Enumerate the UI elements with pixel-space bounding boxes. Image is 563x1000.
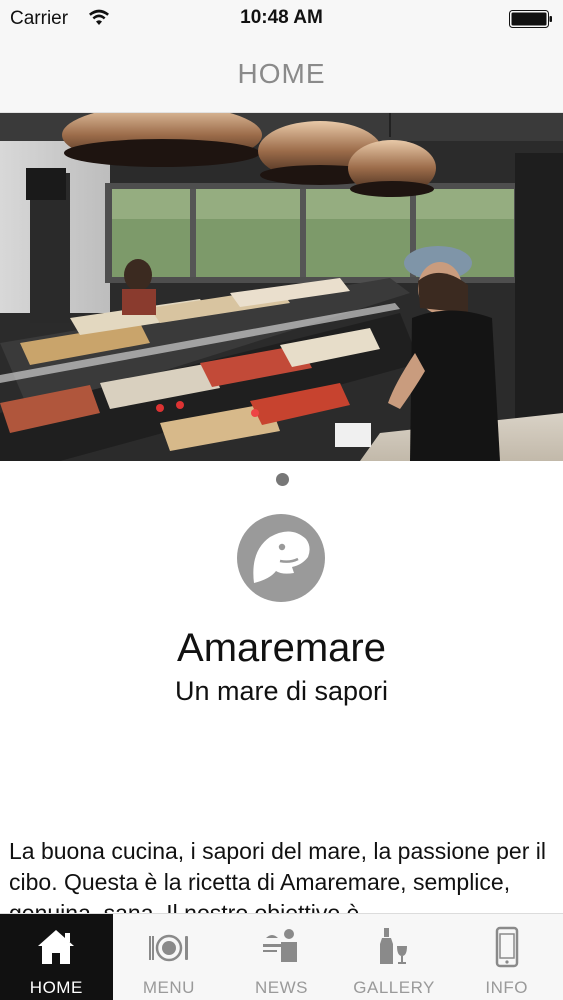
carousel-page-indicator[interactable] xyxy=(276,473,289,486)
tab-news-label: NEWS xyxy=(254,978,308,997)
tab-bar: HOME MENU NEWS GALLERY INFO xyxy=(0,913,563,1000)
restaurant-counter-photo xyxy=(0,113,563,461)
tab-news[interactable]: NEWS xyxy=(225,914,338,1000)
smartphone-icon xyxy=(495,926,518,968)
status-bar: Carrier 10:48 AM xyxy=(0,0,563,40)
tab-info-label: INFO xyxy=(485,978,528,997)
intro-paragraph: La buona cucina, i sapori del mare, la p… xyxy=(9,838,546,913)
tab-menu[interactable]: MENU xyxy=(113,914,226,1000)
clock: 10:48 AM xyxy=(240,7,323,28)
tab-gallery-label: GALLERY xyxy=(353,978,435,997)
tab-home-label: HOME xyxy=(29,978,83,997)
tab-info[interactable]: INFO xyxy=(450,914,563,1000)
tab-gallery[interactable]: GALLERY xyxy=(338,914,451,1000)
hero-image[interactable] xyxy=(0,113,563,461)
restaurant-tagline: Un mare di sapori xyxy=(174,676,389,706)
house-icon xyxy=(38,930,75,964)
tab-home[interactable]: HOME xyxy=(0,914,113,1000)
plate-cutlery-icon xyxy=(148,934,188,962)
restaurant-name: Amaremare xyxy=(177,626,386,670)
tab-menu-label: MENU xyxy=(142,978,195,997)
waiter-icon xyxy=(263,929,298,962)
page-title: HOME xyxy=(237,58,326,89)
navigation-bar: HOME xyxy=(0,40,563,113)
wine-bottle-icon xyxy=(380,928,408,964)
battery-icon xyxy=(509,10,552,28)
fish-head-logo-icon xyxy=(237,514,325,602)
